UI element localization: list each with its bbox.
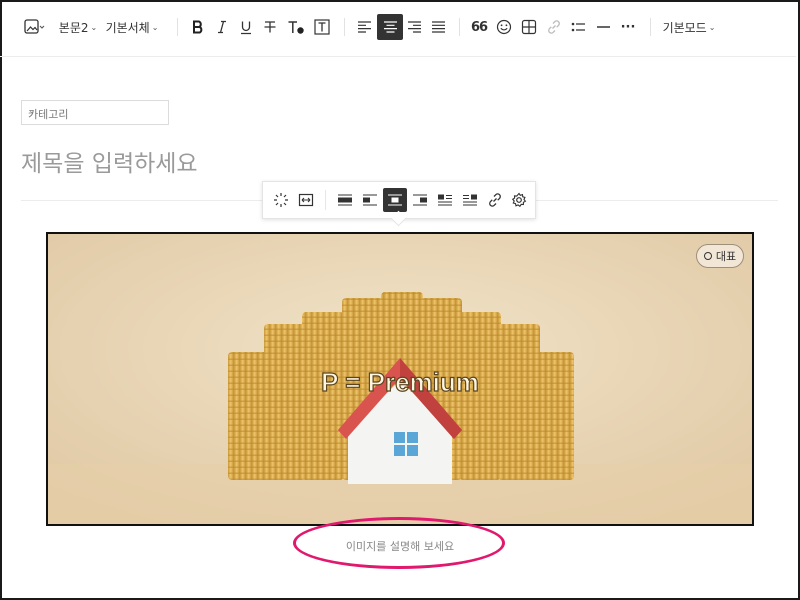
layout-right-icon bbox=[413, 194, 427, 206]
italic-button[interactable] bbox=[211, 14, 233, 40]
chevron-down-icon: ⌄ bbox=[28, 106, 36, 116]
align-left-button[interactable] bbox=[353, 14, 375, 40]
representative-badge-label: 대표 bbox=[715, 250, 737, 263]
bulleted-list-icon bbox=[571, 22, 585, 32]
image-settings-button[interactable] bbox=[507, 188, 531, 212]
image-float-right-button[interactable] bbox=[408, 188, 432, 212]
image-wrap-right-button[interactable] bbox=[458, 188, 482, 212]
text-color-button[interactable] bbox=[285, 14, 307, 40]
gear-icon bbox=[511, 192, 527, 208]
title-input[interactable]: 제목을 입력하세요 bbox=[21, 144, 198, 178]
align-center-icon bbox=[383, 21, 397, 33]
font-family-dropdown[interactable]: 기본서체 ⌄ bbox=[105, 14, 159, 40]
table-button[interactable] bbox=[518, 14, 540, 40]
editor-mode-dropdown[interactable]: 기본모드 ⌄ bbox=[662, 14, 716, 40]
category-select[interactable]: 카테고리 ⌄ bbox=[21, 100, 169, 125]
image-toolbar-divider bbox=[325, 190, 326, 210]
bold-icon bbox=[193, 20, 203, 34]
align-right-icon bbox=[407, 21, 421, 33]
layout-left-icon bbox=[363, 194, 377, 206]
align-right-button[interactable] bbox=[403, 14, 425, 40]
text-background-button[interactable] bbox=[311, 14, 333, 40]
layout-center-icon bbox=[388, 194, 402, 206]
strikethrough-button[interactable] bbox=[259, 14, 281, 40]
editor-toolbar: 본문2 ⌄ 기본서체 ⌄ 66 ··· 기본모드 ⌄ bbox=[0, 0, 796, 57]
strikethrough-icon bbox=[264, 21, 276, 33]
overlay-text: P = Premium bbox=[321, 367, 479, 397]
text-color-icon bbox=[288, 20, 304, 34]
image-center-button[interactable] bbox=[383, 188, 407, 212]
more-icon: ··· bbox=[620, 19, 636, 35]
chevron-down-icon: ⌄ bbox=[90, 22, 98, 32]
caption-highlight-ellipse bbox=[293, 517, 505, 569]
smiley-icon bbox=[496, 19, 512, 35]
quote-button[interactable]: 66 bbox=[468, 14, 490, 40]
image-effect-button[interactable] bbox=[269, 188, 293, 212]
quote-icon: 66 bbox=[470, 19, 488, 35]
text-background-icon bbox=[314, 19, 330, 35]
horizontal-line-button[interactable] bbox=[592, 14, 614, 40]
text-wrap-left-icon bbox=[438, 194, 452, 206]
toolbar-divider bbox=[459, 18, 460, 36]
chevron-down-icon: ⌄ bbox=[708, 22, 716, 32]
inserted-image[interactable]: P = Premium bbox=[46, 232, 754, 526]
image-illustration: P = Premium bbox=[48, 234, 752, 524]
align-center-button[interactable] bbox=[377, 14, 403, 40]
font-family-label: 기본서체 bbox=[105, 20, 150, 35]
underline-button[interactable] bbox=[235, 14, 257, 40]
text-wrap-right-icon bbox=[463, 194, 477, 206]
image-float-left-button[interactable] bbox=[358, 188, 382, 212]
align-justify-icon bbox=[431, 21, 445, 33]
image-link-button[interactable] bbox=[483, 188, 507, 212]
chevron-down-icon: ⌄ bbox=[151, 22, 159, 32]
link-button[interactable] bbox=[543, 14, 565, 40]
sparkle-icon bbox=[274, 193, 288, 207]
layout-full-icon bbox=[338, 194, 352, 206]
paragraph-style-label: 본문2 bbox=[58, 20, 89, 35]
image-full-width-button[interactable] bbox=[333, 188, 357, 212]
paragraph-style-dropdown[interactable]: 본문2 ⌄ bbox=[58, 14, 98, 40]
italic-icon bbox=[218, 20, 226, 34]
toolbar-divider bbox=[177, 18, 178, 36]
link-icon bbox=[548, 20, 560, 34]
link-icon bbox=[489, 193, 501, 207]
emoji-button[interactable] bbox=[493, 14, 515, 40]
radio-circle-icon bbox=[703, 252, 712, 260]
underline-icon bbox=[241, 21, 251, 34]
image-resize-button[interactable] bbox=[294, 188, 318, 212]
bulleted-list-button[interactable] bbox=[567, 14, 589, 40]
align-left-icon bbox=[357, 21, 371, 33]
table-icon bbox=[521, 19, 537, 35]
horizontal-line-icon bbox=[596, 26, 610, 28]
image-icon bbox=[24, 19, 45, 34]
image-insert-button[interactable] bbox=[22, 14, 48, 40]
representative-badge[interactable]: 대표 bbox=[696, 244, 744, 268]
image-wrap-left-button[interactable] bbox=[433, 188, 457, 212]
more-options-button[interactable]: ··· bbox=[617, 14, 639, 40]
align-justify-button[interactable] bbox=[427, 14, 449, 40]
toolbar-divider bbox=[344, 18, 345, 36]
bold-button[interactable] bbox=[187, 14, 209, 40]
editor-mode-label: 기본모드 bbox=[662, 20, 707, 35]
image-toolbar bbox=[262, 181, 536, 227]
resize-width-icon bbox=[298, 193, 314, 207]
toolbar-divider bbox=[650, 18, 651, 36]
